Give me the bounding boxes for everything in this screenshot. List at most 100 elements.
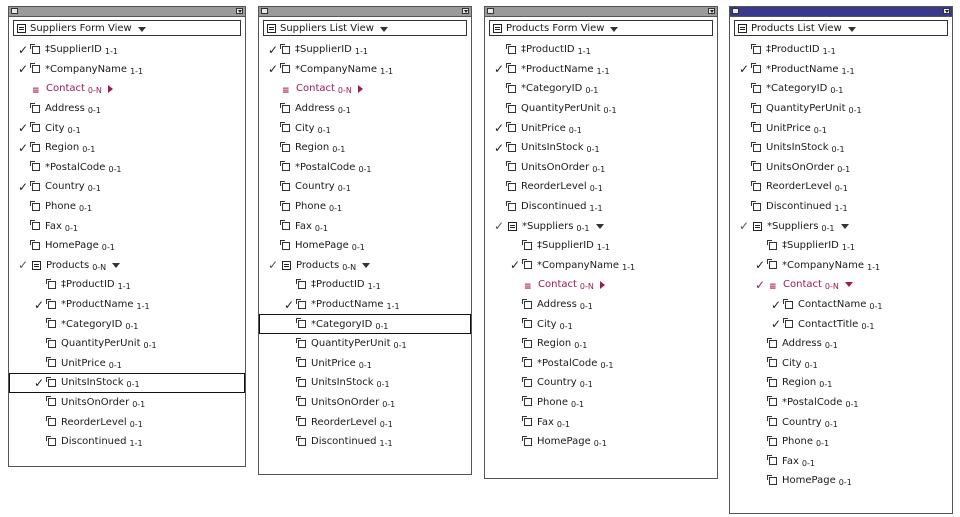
field-row[interactable]: Address 0-1	[9, 99, 245, 119]
collapse-down-icon[interactable]	[362, 262, 371, 268]
checkmark-icon[interactable]: ✓	[770, 298, 782, 312]
checkmark-icon[interactable]: ✓	[738, 62, 750, 76]
checkmark-icon[interactable]: ✓	[17, 180, 29, 194]
window-menu-icon[interactable]	[487, 8, 494, 14]
view-dropdown-icon[interactable]	[610, 26, 619, 32]
window-dropdown-icon[interactable]	[462, 8, 469, 14]
window-dropdown-icon[interactable]	[943, 8, 950, 14]
field-row[interactable]: *CategoryID 0-1	[730, 79, 952, 99]
field-row[interactable]: Fax 0-1	[9, 216, 245, 236]
field-row[interactable]: City 0-1	[485, 314, 717, 334]
field-row[interactable]: *PostalCode 0-1	[485, 354, 717, 374]
field-row[interactable]: ✓ *ProductName 1-1	[259, 295, 471, 315]
field-row[interactable]: ✓ ‡SupplierID 1-1	[9, 40, 245, 60]
field-row[interactable]: City 0-1	[730, 354, 952, 374]
field-row[interactable]: ✓ *CompanyName 1-1	[9, 60, 245, 80]
field-row[interactable]: Phone 0-1	[730, 432, 952, 452]
field-row[interactable]: Discontinued 1-1	[730, 197, 952, 217]
checkmark-icon[interactable]: ✓	[267, 62, 279, 76]
window-titlebar[interactable]	[9, 7, 245, 17]
field-row[interactable]: UnitsInStock 0-1	[730, 138, 952, 158]
checkmark-icon[interactable]: ✓	[33, 298, 45, 312]
field-row[interactable]: ReorderLevel 0-1	[9, 412, 245, 432]
field-row[interactable]: UnitPrice 0-1	[730, 118, 952, 138]
field-row[interactable]: ✓ ‡SupplierID 1-1	[259, 40, 471, 60]
checkmark-icon[interactable]: ✓	[509, 258, 521, 272]
checkmark-icon[interactable]: ✓	[493, 121, 505, 135]
field-row[interactable]: UnitsOnOrder 0-1	[730, 158, 952, 178]
checkmark-icon[interactable]: ✓	[17, 121, 29, 135]
checkmark-icon[interactable]: ✓	[283, 298, 295, 312]
field-row[interactable]: *CategoryID 0-1	[259, 314, 471, 334]
field-row[interactable]: HomePage 0-1	[485, 432, 717, 452]
field-row[interactable]: *CategoryID 0-1	[485, 79, 717, 99]
field-row[interactable]: QuantityPerUnit 0-1	[9, 334, 245, 354]
field-row[interactable]: ✓ Products 0-N	[259, 256, 471, 276]
field-row[interactable]: ✓ *Suppliers 0-1	[485, 216, 717, 236]
field-row[interactable]: ‡ProductID 1-1	[259, 275, 471, 295]
field-row[interactable]: ‡ProductID 1-1	[9, 275, 245, 295]
field-row[interactable]: ReorderLevel 0-1	[259, 412, 471, 432]
checkmark-icon[interactable]: ✓	[493, 62, 505, 76]
field-row[interactable]: ≡ Contact 0-N	[485, 275, 717, 295]
field-row[interactable]: ✓ *Suppliers 0-1	[730, 216, 952, 236]
expand-right-icon[interactable]	[599, 280, 605, 289]
field-row[interactable]: Fax 0-1	[730, 451, 952, 471]
field-row[interactable]: ✓ ContactTitle 0-1	[730, 314, 952, 334]
checkmark-icon[interactable]: ✓	[267, 258, 279, 272]
field-row[interactable]: ReorderLevel 0-1	[730, 177, 952, 197]
view-dropdown-icon[interactable]	[379, 26, 388, 32]
window-menu-icon[interactable]	[261, 8, 268, 14]
checkmark-icon[interactable]: ✓	[17, 43, 29, 57]
field-row[interactable]: Region 0-1	[730, 373, 952, 393]
field-row[interactable]: Discontinued 1-1	[9, 432, 245, 452]
field-row[interactable]: ✓ UnitsInStock 0-1	[485, 138, 717, 158]
field-row[interactable]: HomePage 0-1	[259, 236, 471, 256]
field-row[interactable]: ✓ Region 0-1	[9, 138, 245, 158]
field-row[interactable]: ✓ *ProductName 1-1	[485, 60, 717, 80]
field-row[interactable]: QuantityPerUnit 0-1	[730, 99, 952, 119]
field-row[interactable]: ✓ *CompanyName 1-1	[485, 256, 717, 276]
view-header[interactable]: Suppliers List View	[263, 20, 467, 36]
expand-right-icon[interactable]	[357, 84, 363, 93]
field-row[interactable]: ✓ Products 0-N	[9, 256, 245, 276]
field-row[interactable]: HomePage 0-1	[9, 236, 245, 256]
field-row[interactable]: Address 0-1	[730, 334, 952, 354]
collapse-down-icon[interactable]	[840, 223, 849, 229]
collapse-down-icon[interactable]	[112, 262, 121, 268]
field-row[interactable]: ✓ ≡ Contact 0-N	[730, 275, 952, 295]
field-row[interactable]: ≡ Contact 0-N	[259, 79, 471, 99]
window-dropdown-icon[interactable]	[236, 8, 243, 14]
field-row[interactable]: UnitPrice 0-1	[259, 354, 471, 374]
field-row[interactable]: ✓ ContactName 0-1	[730, 295, 952, 315]
field-row[interactable]: UnitsInStock 0-1	[259, 373, 471, 393]
checkmark-icon[interactable]: ✓	[754, 278, 766, 292]
field-row[interactable]: UnitsOnOrder 0-1	[259, 393, 471, 413]
field-row[interactable]: *PostalCode 0-1	[730, 393, 952, 413]
field-row[interactable]: ‡SupplierID 1-1	[485, 236, 717, 256]
view-header[interactable]: Products List View	[734, 20, 948, 36]
checkmark-icon[interactable]: ✓	[33, 376, 45, 390]
field-row[interactable]: HomePage 0-1	[730, 471, 952, 491]
field-row[interactable]: Phone 0-1	[259, 197, 471, 217]
window-dropdown-icon[interactable]	[708, 8, 715, 14]
field-row[interactable]: Country 0-1	[259, 177, 471, 197]
field-row[interactable]: QuantityPerUnit 0-1	[485, 99, 717, 119]
field-row[interactable]: ‡ProductID 1-1	[730, 40, 952, 60]
field-row[interactable]: UnitsOnOrder 0-1	[9, 393, 245, 413]
checkmark-icon[interactable]: ✓	[17, 62, 29, 76]
checkmark-icon[interactable]: ✓	[493, 141, 505, 155]
checkmark-icon[interactable]: ✓	[754, 258, 766, 272]
field-row[interactable]: Country 0-1	[730, 412, 952, 432]
field-row[interactable]: Fax 0-1	[485, 412, 717, 432]
field-row[interactable]: ✓ *CompanyName 1-1	[730, 256, 952, 276]
checkmark-icon[interactable]: ✓	[267, 43, 279, 57]
field-row[interactable]: Phone 0-1	[485, 393, 717, 413]
field-row[interactable]: ≡ Contact 0-N	[9, 79, 245, 99]
field-row[interactable]: *PostalCode 0-1	[259, 158, 471, 178]
field-row[interactable]: ✓ *ProductName 1-1	[9, 295, 245, 315]
view-dropdown-icon[interactable]	[137, 26, 146, 32]
field-row[interactable]: UnitsOnOrder 0-1	[485, 158, 717, 178]
field-row[interactable]: Address 0-1	[259, 99, 471, 119]
field-row[interactable]: ‡ProductID 1-1	[485, 40, 717, 60]
